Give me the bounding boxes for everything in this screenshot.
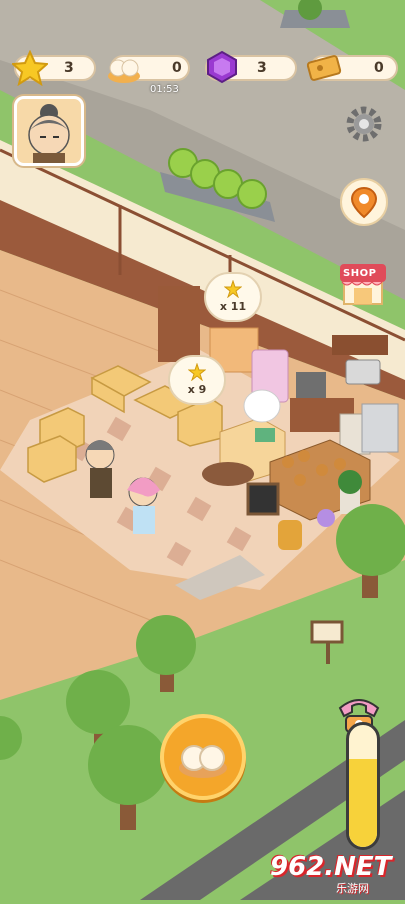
order-bubble-1[interactable]: x 11 <box>204 272 262 322</box>
chalkboard <box>246 482 280 516</box>
star-icon <box>12 50 48 86</box>
watermark-main: 962.NET <box>270 852 392 882</box>
gems-value: 3 <box>257 60 267 76</box>
shop-label: SHOP <box>343 268 377 279</box>
energy-meter-fill <box>349 759 377 847</box>
tickets-value: 0 <box>374 60 384 76</box>
map-button[interactable] <box>340 178 388 226</box>
ticket-icon <box>306 55 342 81</box>
serve-button[interactable] <box>160 714 246 800</box>
avatar-portrait <box>28 104 70 163</box>
watermark: 962.NET 乐游网 <box>266 852 400 896</box>
star-icon <box>224 280 242 298</box>
order-bubble-2[interactable]: x 9 <box>168 355 226 405</box>
timer-text: 01:53 <box>150 84 179 95</box>
order-bubble-label: x 11 <box>219 300 247 313</box>
energy-meter <box>346 722 380 850</box>
game-scene: 3 0 01:53 3 0 SHOP x 11 x 9 962.NET 乐游网 <box>0 0 405 900</box>
map-pin-icon <box>350 186 378 219</box>
stars-value: 3 <box>64 60 74 76</box>
watermark-sub: 乐游网 <box>336 882 369 895</box>
street-sign <box>310 620 344 644</box>
order-bubble-label: x 9 <box>187 383 207 396</box>
bun-serve-icon <box>179 745 227 778</box>
player-avatar[interactable] <box>14 96 84 166</box>
settings-gear-icon <box>346 106 382 142</box>
shelf <box>158 286 200 362</box>
settings-button[interactable] <box>344 104 384 144</box>
bun-icon <box>108 59 140 83</box>
buns-value: 0 <box>172 60 182 76</box>
star-icon <box>188 363 206 381</box>
gem-icon <box>207 50 237 84</box>
staff-character[interactable] <box>85 440 115 498</box>
